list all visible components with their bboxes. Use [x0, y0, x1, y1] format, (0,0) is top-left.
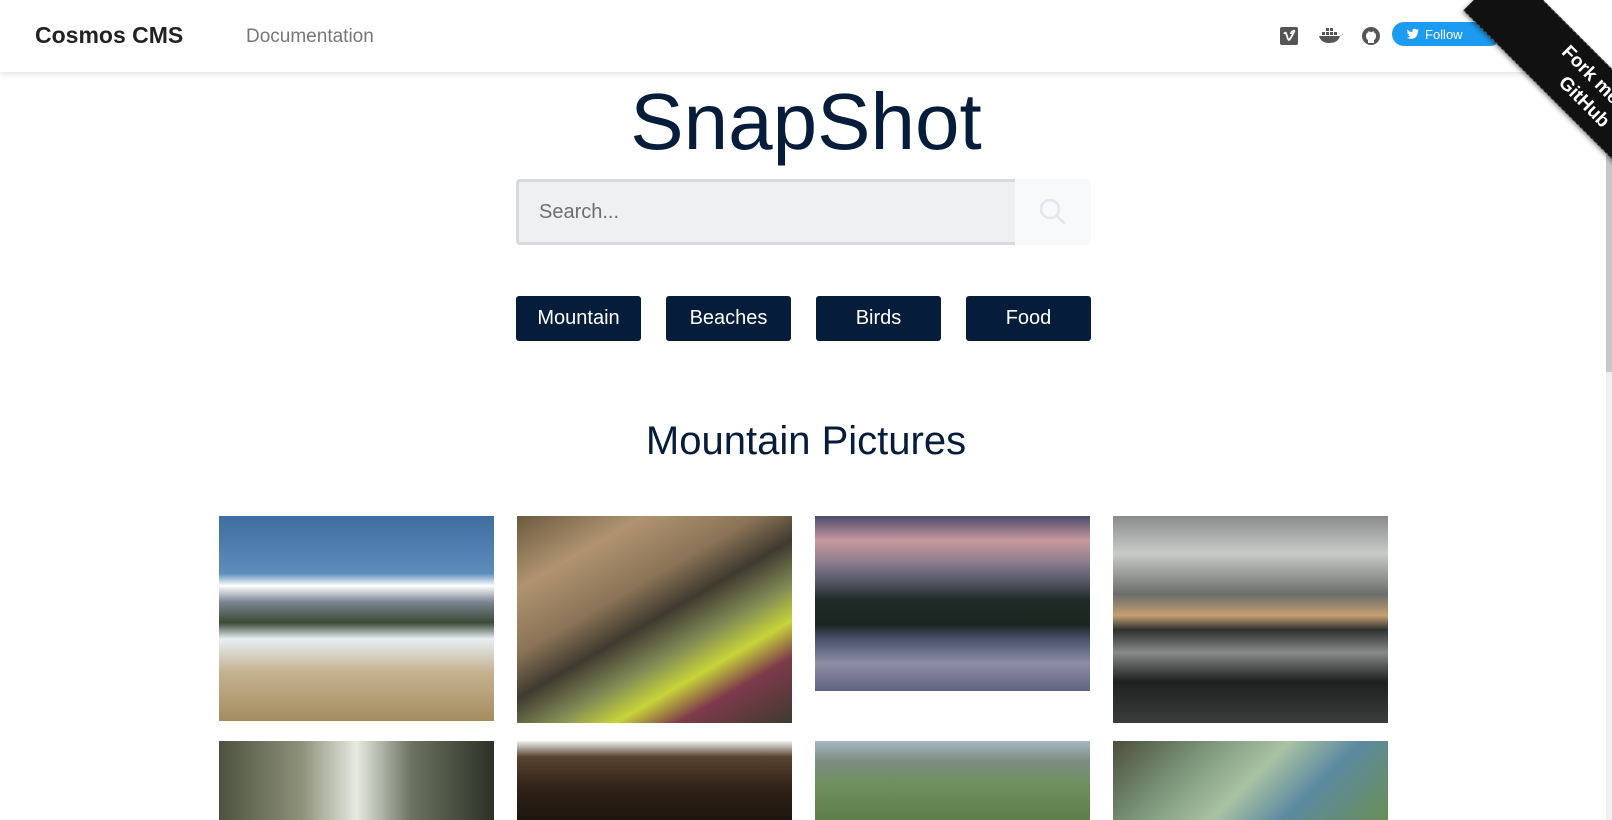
photo-cliff-overlooking-valley[interactable] — [1113, 741, 1388, 820]
top-navbar: Cosmos CMS Documentation Follow — [0, 0, 1612, 72]
category-button-beaches[interactable]: Beaches — [666, 296, 791, 341]
category-button-food[interactable]: Food — [966, 296, 1091, 341]
category-button-mountain[interactable]: Mountain — [516, 296, 641, 341]
photo-wooden-shed[interactable] — [517, 741, 792, 820]
twitter-icon — [1406, 28, 1420, 39]
github-icon[interactable] — [1360, 25, 1382, 47]
photo-snowy-mountain-meadow[interactable] — [219, 516, 494, 721]
nav-link-documentation[interactable]: Documentation — [246, 26, 374, 48]
photo-valley-farmland[interactable] — [815, 741, 1090, 820]
gallery-heading: Mountain Pictures — [645, 419, 967, 463]
vimeo-icon[interactable] — [1278, 25, 1300, 47]
follow-label: Follow — [1425, 26, 1463, 42]
category-button-birds[interactable]: Birds — [816, 296, 941, 341]
photo-alpine-village-lake-reflection[interactable] — [1113, 516, 1388, 723]
search-form — [516, 179, 1091, 245]
search-icon — [1039, 198, 1066, 225]
docker-icon[interactable] — [1317, 25, 1345, 47]
brand-logo[interactable]: Cosmos CMS — [35, 22, 183, 49]
photo-people-examining-rock-cave[interactable] — [517, 516, 792, 723]
page-title: SnapShot — [630, 77, 982, 166]
photo-forest-trees[interactable] — [219, 741, 494, 820]
photo-lake-at-dusk-with-forest[interactable] — [815, 516, 1090, 691]
search-input[interactable] — [516, 179, 1015, 245]
search-button[interactable] — [1015, 179, 1091, 245]
